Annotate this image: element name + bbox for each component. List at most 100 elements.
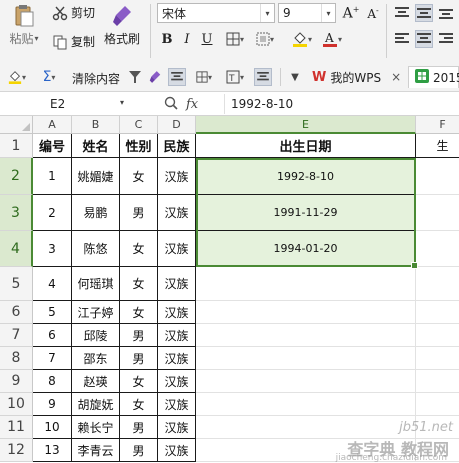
row-header[interactable]: 4 [0,231,33,267]
border-small-button[interactable]: ▾ [192,68,216,86]
tab-workbook[interactable]: 2015 [408,66,459,88]
align-center-button[interactable] [415,30,433,48]
table-cell[interactable]: 1 [33,158,72,195]
align-middle-button[interactable] [415,4,433,22]
table-cell[interactable] [416,347,459,370]
table-cell[interactable]: 汉族 [158,158,196,195]
table-cell[interactable]: 汉族 [158,416,196,439]
font-color-button[interactable]: A ▾ [318,30,346,48]
table-cell[interactable] [196,267,416,301]
table-header-cell[interactable]: 出生日期 [196,134,416,158]
row-header[interactable]: 6 [0,301,33,324]
increase-font-button[interactable]: A+ [342,4,360,22]
merge-cells-button[interactable]: ▾ [252,30,278,48]
table-cell[interactable]: 女 [120,267,158,301]
column-header-e[interactable]: E [196,116,416,134]
borders-button[interactable]: ▾ [222,30,248,48]
table-cell[interactable] [196,347,416,370]
table-cell[interactable] [416,301,459,324]
table-cell[interactable]: 姚媚婕 [72,158,120,195]
fx-icon[interactable]: fx [186,97,198,112]
table-cell[interactable]: 女 [120,393,158,416]
formula-input[interactable]: 1992-8-10 [224,94,459,114]
table-cell[interactable] [196,393,416,416]
table-cell[interactable]: 汉族 [158,195,196,231]
table-cell[interactable] [196,324,416,347]
column-header-c[interactable]: C [120,116,158,134]
table-cell[interactable]: 女 [120,231,158,267]
table-cell[interactable]: 江子婷 [72,301,120,324]
table-cell[interactable]: 汉族 [158,231,196,267]
column-header-a[interactable]: A [33,116,72,134]
column-header-f[interactable]: F [416,116,459,134]
quick-menu-button[interactable]: ▼ [286,68,304,86]
table-header-cell[interactable]: 性别 [120,134,158,158]
table-cell[interactable]: 10 [33,416,72,439]
table-cell[interactable]: 何瑶琪 [72,267,120,301]
table-cell[interactable]: 汉族 [158,267,196,301]
table-cell[interactable]: 女 [120,370,158,393]
column-header-d[interactable]: D [158,116,196,134]
table-cell[interactable] [196,370,416,393]
table-cell[interactable]: 女 [120,301,158,324]
table-cell[interactable]: 汉族 [158,393,196,416]
table-cell[interactable] [416,393,459,416]
table-cell[interactable]: 男 [120,439,158,462]
spreadsheet-grid[interactable]: A B C D E F 1 编号 姓名 性别 民族 出生日期生 2 1 姚媚婕女汉族 1992-8-10 3 2 易… [0,116,459,463]
align-left-button[interactable] [393,30,411,48]
table-cell[interactable] [416,416,459,439]
row-header[interactable]: 12 [0,439,33,462]
paste-button[interactable]: 粘贴 ▾ [4,4,44,47]
table-cell[interactable]: 1992-8-10 [196,158,416,195]
table-cell[interactable]: 陈悠 [72,231,120,267]
bold-button[interactable]: B [158,30,176,48]
table-cell[interactable]: 汉族 [158,301,196,324]
table-cell[interactable] [196,301,416,324]
table-header-cell[interactable]: 姓名 [72,134,120,158]
table-cell[interactable]: 易鹏 [72,195,120,231]
select-all-corner[interactable] [0,116,33,134]
table-cell[interactable] [416,267,459,301]
format-painter-button[interactable]: 格式刷 [104,4,140,47]
row-header[interactable]: 10 [0,393,33,416]
row-header[interactable]: 8 [0,347,33,370]
table-cell[interactable]: 男 [120,324,158,347]
decrease-font-button[interactable]: A- [364,4,382,22]
font-size-select[interactable]: 9 ▾ [278,3,336,23]
table-cell[interactable]: 李青云 [72,439,120,462]
row-header[interactable]: 1 [0,134,33,158]
filter-button[interactable] [126,68,144,86]
table-cell[interactable] [196,416,416,439]
table-cell[interactable]: 男 [120,347,158,370]
copy-button[interactable]: 复制 [52,33,95,50]
table-cell[interactable]: 7 [33,347,72,370]
row-header[interactable]: 5 [0,267,33,301]
format-painter-small-button[interactable] [146,68,164,86]
table-header-cell[interactable]: 民族 [158,134,196,158]
table-cell[interactable] [416,324,459,347]
zoom-icon[interactable] [164,96,178,113]
clear-content-button[interactable]: 清除内容 [72,70,120,87]
table-cell[interactable]: 女 [120,158,158,195]
table-cell[interactable]: 赵瑛 [72,370,120,393]
row-header[interactable]: 11 [0,416,33,439]
table-cell[interactable]: 5 [33,301,72,324]
table-cell[interactable]: 1991-11-29 [196,195,416,231]
table-cell[interactable]: 1994-01-20 [196,231,416,267]
font-name-select[interactable]: 宋体 ▾ [157,3,275,23]
align-right-button[interactable] [437,30,455,48]
underline-button[interactable]: U [198,30,216,48]
table-cell[interactable]: 汉族 [158,370,196,393]
table-cell[interactable]: 3 [33,231,72,267]
table-cell[interactable]: 8 [33,370,72,393]
table-cell[interactable] [416,370,459,393]
align-bottom-button[interactable] [437,4,455,22]
table-header-cell[interactable]: 编号 [33,134,72,158]
text-format-button[interactable]: T ▾ [222,68,248,86]
table-cell[interactable]: 男 [120,416,158,439]
table-header-cell[interactable]: 生 [416,134,459,158]
wrap-text-button[interactable] [254,68,272,86]
table-cell[interactable] [416,195,459,231]
table-cell[interactable] [416,158,459,195]
autosum-button[interactable]: Σ ▾ [36,68,62,86]
